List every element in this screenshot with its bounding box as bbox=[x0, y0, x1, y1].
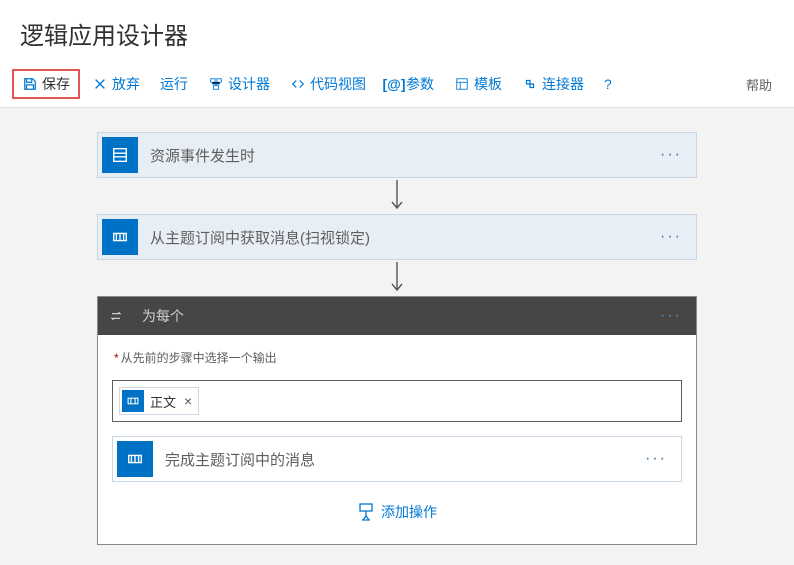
field-label-text: 从先前的步骤中选择一个输出 bbox=[121, 351, 277, 365]
save-button[interactable]: 保存 bbox=[12, 69, 80, 99]
designer-icon bbox=[208, 76, 224, 92]
trigger-card[interactable]: 资源事件发生时 ··· bbox=[97, 132, 697, 178]
step-card-get-messages[interactable]: 从主题订阅中获取消息(扫视锁定) ··· bbox=[97, 214, 697, 260]
code-view-label: 代码视图 bbox=[310, 74, 366, 94]
templates-icon bbox=[454, 76, 470, 92]
add-action-label: 添加操作 bbox=[381, 502, 437, 522]
designer-button[interactable]: 设计器 bbox=[200, 70, 278, 98]
toolbar: 保存 放弃 运行 设计器 代码视图 [@] 参数 模板 连接器 bbox=[0, 63, 794, 108]
code-icon bbox=[290, 76, 306, 92]
step2-title: 从主题订阅中获取消息(扫视锁定) bbox=[142, 217, 646, 258]
page-title: 逻辑应用设计器 bbox=[0, 0, 794, 63]
code-view-button[interactable]: 代码视图 bbox=[282, 70, 374, 98]
help-mark-button[interactable]: ? bbox=[596, 72, 620, 96]
required-mark: * bbox=[114, 351, 119, 365]
loop-icon bbox=[98, 298, 134, 334]
foreach-title: 为每个 bbox=[134, 297, 646, 335]
templates-label: 模板 bbox=[474, 74, 502, 94]
token-remove-icon[interactable]: × bbox=[182, 393, 192, 409]
foreach-header[interactable]: 为每个 ··· bbox=[98, 297, 696, 335]
token-service-bus-icon bbox=[122, 390, 144, 412]
add-step-icon bbox=[357, 503, 375, 521]
foreach-field-label: *从先前的步骤中选择一个输出 bbox=[112, 349, 277, 366]
event-grid-icon bbox=[102, 137, 138, 173]
save-label: 保存 bbox=[42, 74, 70, 94]
foreach-input[interactable]: 正文 × bbox=[112, 380, 682, 422]
at-icon: [@] bbox=[386, 76, 402, 92]
token-label: 正文 bbox=[150, 392, 176, 411]
parameters-button[interactable]: [@] 参数 bbox=[378, 70, 442, 98]
discard-button[interactable]: 放弃 bbox=[84, 70, 148, 98]
trigger-more-icon[interactable]: ··· bbox=[646, 146, 696, 164]
run-label: 运行 bbox=[160, 74, 188, 94]
step2-more-icon[interactable]: ··· bbox=[646, 228, 696, 246]
help-link[interactable]: 帮助 bbox=[746, 75, 782, 94]
discard-label: 放弃 bbox=[112, 74, 140, 94]
connectors-label: 连接器 bbox=[542, 74, 584, 94]
add-action-button[interactable]: 添加操作 bbox=[357, 496, 437, 526]
arrow-icon bbox=[388, 178, 406, 214]
foreach-container: 为每个 ··· *从先前的步骤中选择一个输出 正文 × bbox=[97, 296, 697, 545]
connectors-button[interactable]: 连接器 bbox=[514, 70, 592, 98]
trigger-title: 资源事件发生时 bbox=[142, 135, 646, 176]
templates-button[interactable]: 模板 bbox=[446, 70, 510, 98]
service-bus-icon bbox=[117, 441, 153, 477]
save-icon bbox=[22, 76, 38, 92]
inner-step-card[interactable]: 完成主题订阅中的消息 ··· bbox=[112, 436, 682, 482]
arrow-icon bbox=[388, 260, 406, 296]
service-bus-icon bbox=[102, 219, 138, 255]
help-mark-label: ? bbox=[604, 76, 612, 92]
run-button[interactable]: 运行 bbox=[152, 70, 196, 98]
foreach-more-icon[interactable]: ··· bbox=[646, 307, 696, 325]
parameters-label: 参数 bbox=[406, 74, 434, 94]
token-body[interactable]: 正文 × bbox=[119, 387, 199, 415]
designer-label: 设计器 bbox=[228, 74, 270, 94]
designer-canvas: 资源事件发生时 ··· 从主题订阅中获取消息(扫视锁定) ··· 为每个 ··· bbox=[0, 108, 794, 565]
inner-step-title: 完成主题订阅中的消息 bbox=[157, 439, 631, 480]
close-icon bbox=[92, 76, 108, 92]
inner-step-more-icon[interactable]: ··· bbox=[631, 450, 681, 468]
connectors-icon bbox=[522, 76, 538, 92]
